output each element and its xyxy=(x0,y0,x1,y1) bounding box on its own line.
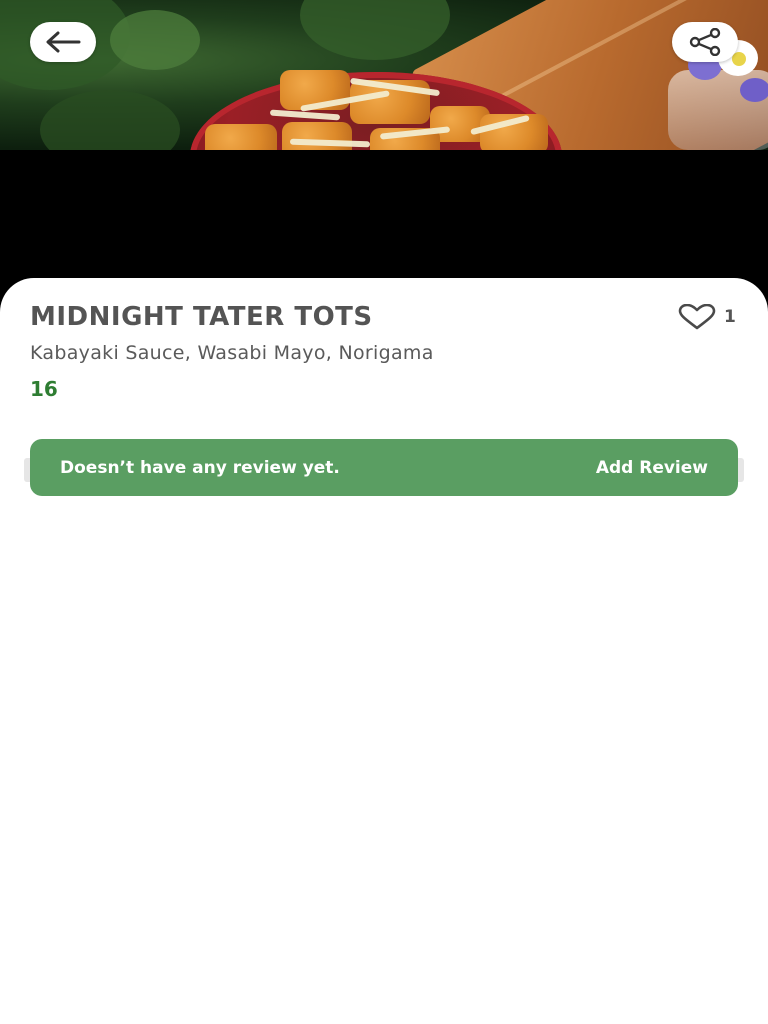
heart-outline-icon xyxy=(678,304,716,330)
item-title: MIDNIGHT TATER TOTS xyxy=(30,302,373,332)
menu-item-detail-screen: MIDNIGHT TATER TOTS 1 Kabayaki Sauce, Wa… xyxy=(0,0,768,1024)
back-button[interactable] xyxy=(30,22,96,62)
arrow-left-icon xyxy=(46,31,81,53)
add-review-button[interactable]: Add Review xyxy=(596,458,708,478)
no-review-message: Doesn’t have any review yet. xyxy=(60,457,340,478)
share-button[interactable] xyxy=(672,22,738,62)
item-detail-sheet: MIDNIGHT TATER TOTS 1 Kabayaki Sauce, Wa… xyxy=(0,278,768,1024)
share-icon xyxy=(689,28,721,56)
tater-tot xyxy=(205,124,277,150)
item-price: 16 xyxy=(30,377,58,401)
foliage-decoration xyxy=(300,0,450,60)
like-count: 1 xyxy=(724,307,736,327)
foliage-decoration xyxy=(110,10,200,70)
review-banner: Doesn’t have any review yet. Add Review xyxy=(30,439,738,496)
foliage-decoration xyxy=(40,90,180,150)
flower-decoration xyxy=(732,52,746,66)
item-ingredients: Kabayaki Sauce, Wasabi Mayo, Norigama xyxy=(30,342,434,364)
flower-decoration xyxy=(740,78,768,102)
hero-image xyxy=(0,0,768,150)
like-button[interactable]: 1 xyxy=(678,304,736,330)
